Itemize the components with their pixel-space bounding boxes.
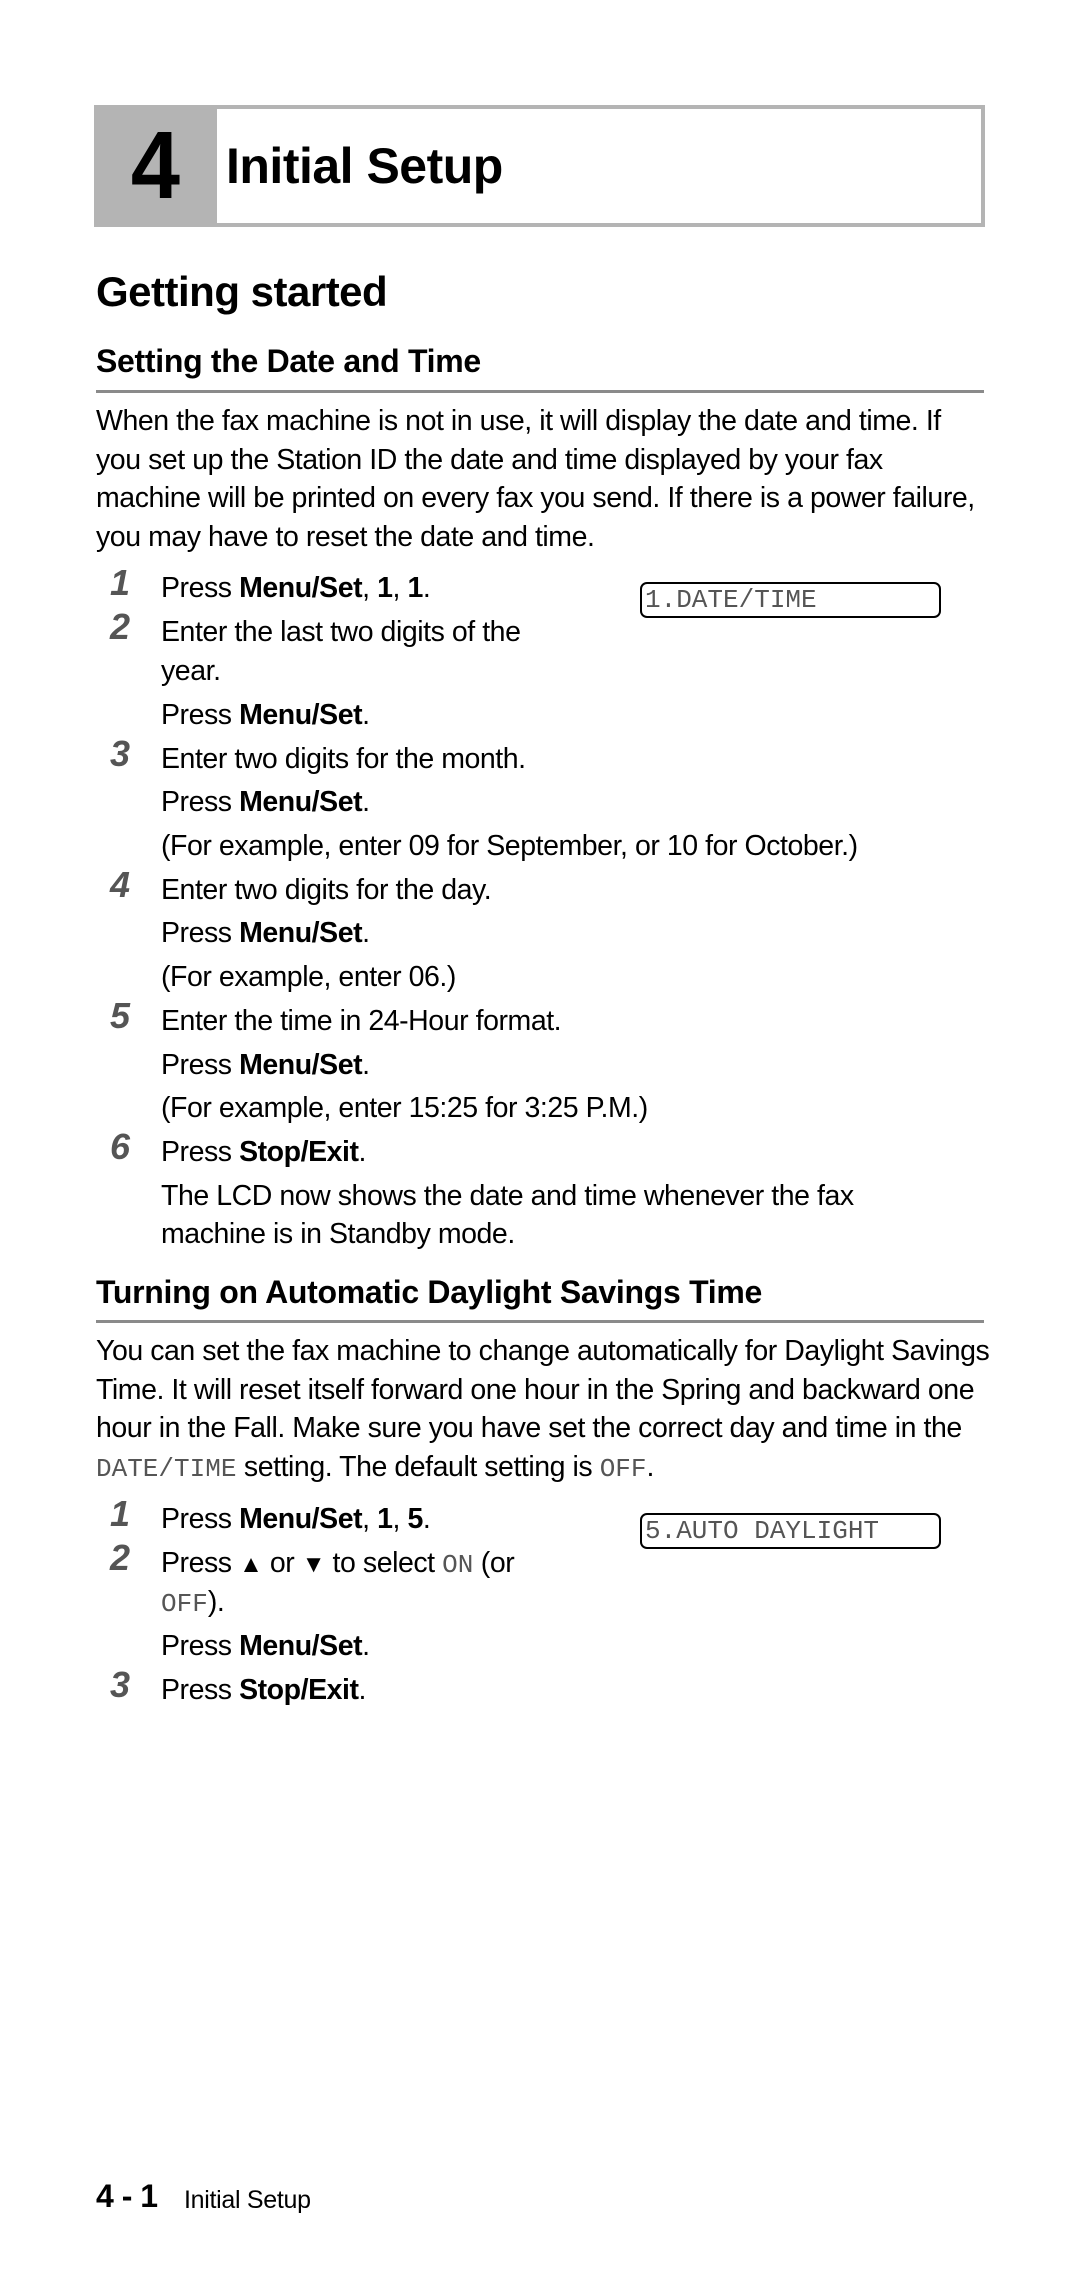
step-line: Press Menu/Set. <box>161 1049 370 1081</box>
down-arrow-icon: ▼ <box>301 1551 326 1578</box>
step-line: Enter two digits for the day. <box>161 874 492 906</box>
step-line: OFF). <box>161 1586 225 1619</box>
step-number: 6 <box>110 1126 131 1167</box>
step-number: 2 <box>110 1537 131 1578</box>
step-line: Press Menu/Set. <box>161 699 370 731</box>
step-line: Press Stop/Exit. <box>161 1674 367 1706</box>
page-heading: Getting started <box>96 268 388 315</box>
step-line: Enter the last two digits of the <box>161 616 521 648</box>
section-title-date-time: Setting the Date and Time <box>96 343 481 379</box>
lcd-display-auto-daylight: 5.AUTO DAYLIGHT <box>640 1513 941 1549</box>
footer-chapter-title: Initial Setup <box>184 2186 311 2214</box>
step-number: 3 <box>110 733 131 774</box>
step-number: 3 <box>110 1664 131 1705</box>
step-line: Press Menu/Set. <box>161 917 370 949</box>
section-intro-date-time: When the fax machine is not in use, it w… <box>96 405 975 553</box>
step-line: machine is in Standby mode. <box>161 1218 515 1250</box>
step-line: year. <box>161 655 221 687</box>
chapter-number: 4 <box>130 112 181 219</box>
section-title-daylight-savings: Turning on Automatic Daylight Savings Ti… <box>96 1274 762 1310</box>
step-line: Press Menu/Set. <box>161 786 370 818</box>
step-number: 1 <box>110 562 131 603</box>
chapter-title: Initial Setup <box>226 138 503 194</box>
step-number: 2 <box>110 606 131 647</box>
step-line: (For example, enter 09 for September, or… <box>161 830 858 862</box>
step-line: Press Menu/Set, 1, 1. <box>161 572 431 604</box>
step-line: Press Menu/Set. <box>161 1630 370 1662</box>
step-line: (For example, enter 06.) <box>161 961 456 993</box>
step-line: The LCD now shows the date and time when… <box>161 1180 854 1212</box>
section-rule <box>96 1320 984 1323</box>
up-arrow-icon: ▲ <box>239 1551 263 1578</box>
step-line: Enter two digits for the month. <box>161 743 526 775</box>
step-number: 1 <box>110 1493 131 1534</box>
step-line: Press Menu/Set, 1, 5. <box>161 1503 431 1535</box>
footer-page-number: 4 - 1 <box>96 2178 158 2214</box>
lcd-display-date-time: 1.DATE/TIME <box>640 582 941 618</box>
step-number: 5 <box>110 995 131 1036</box>
step-line: Press Stop/Exit. <box>161 1136 367 1168</box>
section-intro-daylight-savings: You can set the fax machine to change au… <box>96 1335 990 1484</box>
step-line: (For example, enter 15:25 for 3:25 P.M.) <box>161 1092 648 1124</box>
step-line: Press ▲ or ▼ to select ON (or <box>161 1547 515 1580</box>
step-line: Enter the time in 24-Hour format. <box>161 1005 562 1037</box>
step-number: 4 <box>110 864 131 905</box>
section-rule <box>96 390 984 393</box>
